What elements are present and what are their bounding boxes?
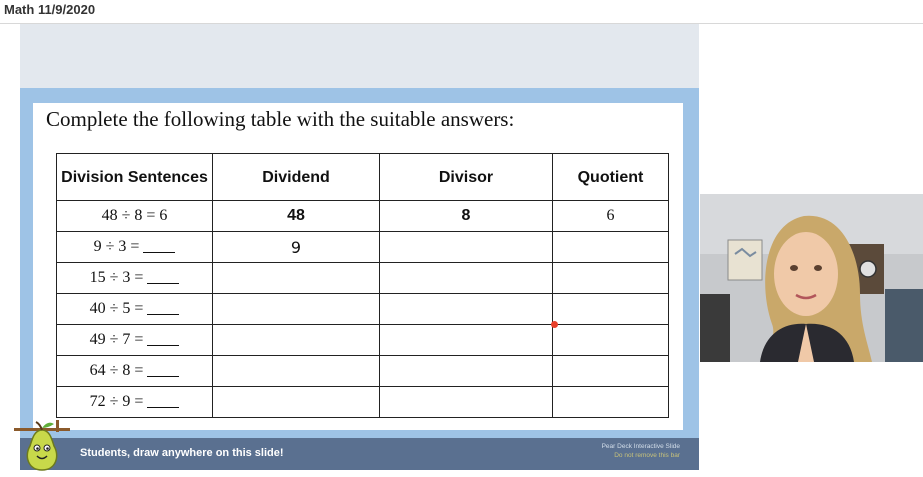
divisor-cell[interactable] xyxy=(379,386,553,418)
dividend-cell-handwritten[interactable]: 9 xyxy=(212,231,380,263)
sentence-text: 40 ÷ 5 = xyxy=(89,300,144,317)
table-row: 64 ÷ 8 = xyxy=(56,355,669,387)
divisor-cell[interactable] xyxy=(379,231,553,263)
answer-blank xyxy=(147,376,180,377)
table-row: 72 ÷ 9 = xyxy=(56,386,669,418)
column-header-quotient: Quotient xyxy=(552,153,669,201)
sentence-text: 9 ÷ 3 = xyxy=(93,238,140,255)
quotient-cell[interactable] xyxy=(552,262,669,294)
table-row: 49 ÷ 7 = xyxy=(56,324,669,356)
quotient-cell: 6 xyxy=(552,200,669,232)
quotient-cell[interactable] xyxy=(552,231,669,263)
sentence-cell: 40 ÷ 5 = xyxy=(56,293,213,325)
answer-blank xyxy=(147,314,180,315)
sentence-text: 15 ÷ 3 = xyxy=(89,269,144,286)
sentence-cell: 9 ÷ 3 = xyxy=(56,231,213,263)
divisor-cell[interactable] xyxy=(379,293,553,325)
sentence-text: 72 ÷ 9 = xyxy=(89,393,144,410)
bar-label-title: Pear Deck Interactive Slide xyxy=(601,443,680,450)
quotient-cell[interactable] xyxy=(552,293,669,325)
answer-blank xyxy=(143,252,176,253)
dividend-cell[interactable] xyxy=(212,293,380,325)
sentence-cell: 72 ÷ 9 = xyxy=(56,386,213,418)
sentence-cell: 48 ÷ 8 = 6 xyxy=(56,200,213,232)
answer-blank xyxy=(147,345,180,346)
quotient-cell[interactable] xyxy=(552,324,669,356)
quotient-cell[interactable] xyxy=(552,355,669,387)
column-header-sentences: Division Sentences xyxy=(56,153,213,201)
column-header-divisor: Divisor xyxy=(379,153,553,201)
dividend-cell[interactable] xyxy=(212,262,380,294)
ink-dot xyxy=(551,321,558,328)
slide-header-area xyxy=(20,24,699,88)
divisor-cell: 8 xyxy=(379,200,553,232)
bar-message: Students, draw anywhere on this slide! xyxy=(80,447,284,459)
answer-blank xyxy=(147,283,180,284)
dividend-cell[interactable] xyxy=(212,386,380,418)
divisor-cell[interactable] xyxy=(379,262,553,294)
table-row: 15 ÷ 3 = xyxy=(56,262,669,294)
quotient-cell[interactable] xyxy=(552,386,669,418)
sentence-cell: 64 ÷ 8 = xyxy=(56,355,213,387)
pear-deck-logo-icon xyxy=(14,418,70,472)
teacher-webcam-feed xyxy=(700,194,923,362)
column-header-dividend: Dividend xyxy=(212,153,380,201)
sentence-cell: 49 ÷ 7 = xyxy=(56,324,213,356)
dividend-cell: 48 xyxy=(212,200,380,232)
table-header-row: Division Sentences Dividend Divisor Quot… xyxy=(56,153,669,201)
divisor-cell[interactable] xyxy=(379,355,553,387)
dividend-cell[interactable] xyxy=(212,355,380,387)
table-row: 9 ÷ 3 = 9 xyxy=(56,231,669,263)
slide-heading: Complete the following table with the su… xyxy=(46,107,515,131)
table-row: 40 ÷ 5 = xyxy=(56,293,669,325)
sentence-text: 64 ÷ 8 = xyxy=(89,362,144,379)
dividend-cell[interactable] xyxy=(212,324,380,356)
divisor-cell[interactable] xyxy=(379,324,553,356)
bar-label: Pear Deck Interactive Slide Do not remov… xyxy=(560,442,680,460)
window-title: Math 11/9/2020 xyxy=(4,2,96,17)
sentence-text: 49 ÷ 7 = xyxy=(89,331,144,348)
sentence-cell: 15 ÷ 3 = xyxy=(56,262,213,294)
answer-blank xyxy=(147,407,180,408)
table-row: 48 ÷ 8 = 6 48 8 6 xyxy=(56,200,669,232)
bar-label-note: Do not remove this bar xyxy=(614,452,680,459)
division-table: Division Sentences Dividend Divisor Quot… xyxy=(56,153,669,418)
